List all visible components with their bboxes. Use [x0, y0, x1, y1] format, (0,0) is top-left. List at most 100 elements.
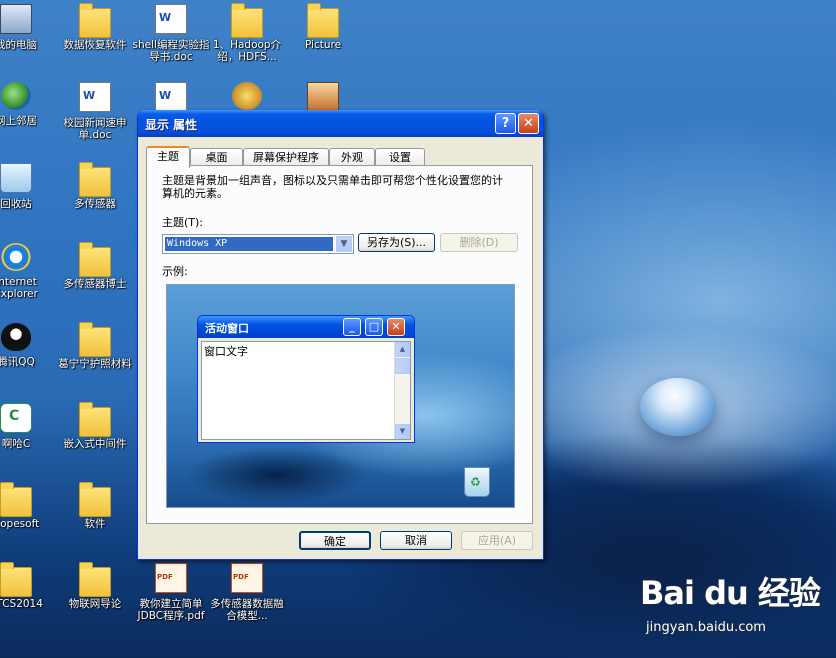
display-properties-dialog: 显示 属性 ? ✕ 主题 桌面 屏幕保护程序 外观 设置 主题是背景加一组声音，…: [137, 110, 544, 560]
ok-button[interactable]: 确定: [299, 531, 371, 550]
preview-titlebar: 活动窗口 _ □ ✕: [198, 316, 414, 338]
desktop-icon-iot-intro[interactable]: 物联网导论: [55, 562, 135, 610]
desktop-icon-hadoop[interactable]: 1、Hadoop介绍，HDFS...: [207, 3, 287, 63]
desktop-icon-picture[interactable]: Picture: [283, 3, 363, 51]
desktop-icon-recycle-bin[interactable]: 回收站: [0, 163, 56, 210]
folder-icon: [0, 482, 32, 517]
network-icon: [1, 82, 31, 110]
ahac-app-icon: [0, 403, 32, 433]
desktop-icon-fusion-pdf[interactable]: 多传感器数据融合模型...: [207, 563, 287, 622]
desktop-icon-label: 网上邻居: [0, 115, 37, 127]
tab-desktop[interactable]: 桌面: [190, 148, 243, 166]
desktop-icon-label: 啊哈C: [1, 438, 31, 450]
recycle-bin-icon: [0, 163, 32, 193]
desktop-icon-label: 多传感器: [74, 198, 116, 210]
scroll-down-icon: ▼: [395, 424, 410, 439]
help-button[interactable]: ?: [495, 113, 516, 134]
water-drop-decoration: [640, 378, 716, 436]
theme-preview: 活动窗口 _ □ ✕ 窗口文字 ▲ ▼: [166, 284, 515, 508]
theme-select[interactable]: Windows XP ▼: [162, 234, 354, 254]
desktop-icon-label: Copesoft: [0, 518, 40, 530]
desktop-icon-label: 回收站: [0, 198, 32, 210]
desktop-icon-label: 多传感器数据融合模型...: [210, 598, 284, 622]
desktop-icon-label: 校园新闻速申单.doc: [63, 117, 127, 141]
folder-icon: [79, 242, 111, 277]
word-document-icon: [155, 82, 187, 112]
dialog-title: 显示 属性: [145, 118, 198, 132]
desktop-icon-label: 软件: [84, 518, 106, 530]
recycle-bin-icon: [464, 467, 490, 497]
baidu-logo: Bai du 经验: [640, 574, 821, 612]
preview-window-title: 活动窗口: [205, 322, 249, 335]
folder-icon: [79, 402, 111, 437]
watermark-url: jingyan.baidu.com: [646, 620, 766, 635]
folder-icon: [307, 3, 339, 38]
desktop-icon-label: CTCS2014: [0, 598, 43, 610]
desktop-icon-label: shell编程实验指导书.doc: [132, 39, 210, 63]
desktop-icon-ie[interactable]: Internet Explorer: [0, 243, 56, 300]
folder-icon: [79, 162, 111, 197]
application-icon: [232, 82, 262, 110]
preview-window-text: 窗口文字: [204, 345, 248, 358]
pdf-icon: [231, 563, 263, 593]
dialog-titlebar[interactable]: 显示 属性 ? ✕: [138, 110, 543, 137]
desktop-icon-label: 物联网导论: [68, 598, 122, 610]
tab-settings[interactable]: 设置: [375, 148, 425, 166]
chevron-down-icon[interactable]: ▼: [336, 236, 352, 252]
qq-penguin-icon: [1, 323, 31, 351]
minimize-icon: _: [343, 318, 361, 336]
desktop-icon-label: 1、Hadoop介绍，HDFS...: [212, 39, 282, 63]
sample-label: 示例:: [162, 265, 188, 278]
desktop-icon-label: 我的电脑: [0, 39, 37, 51]
save-as-button[interactable]: 另存为(S)...: [358, 233, 435, 252]
tab-themes[interactable]: 主题: [146, 146, 190, 168]
desktop-icon-network[interactable]: 网上邻居: [0, 82, 56, 127]
apply-button[interactable]: 应用(A): [461, 531, 533, 550]
themes-panel: 主题是背景加一组声音，图标以及只需单击即可帮您个性化设置您的计算机的元素。 主题…: [146, 165, 533, 524]
desktop-icon-embedded-middleware[interactable]: 嵌入式中间件: [55, 402, 135, 450]
folder-icon: [79, 322, 111, 357]
desktop-icon-qq[interactable]: 腾讯QQ: [0, 323, 56, 368]
themes-description: 主题是背景加一组声音，图标以及只需单击即可帮您个性化设置您的计算机的元素。: [162, 174, 503, 200]
theme-label: 主题(T):: [162, 216, 204, 229]
desktop-icon-my-computer[interactable]: 我的电脑: [0, 4, 56, 51]
preview-window-body: 窗口文字 ▲ ▼: [201, 341, 411, 440]
folder-icon: [79, 562, 111, 597]
desktop-icon-multisensor-phd[interactable]: 多传感器博士: [55, 242, 135, 290]
desktop-icon-copesoft[interactable]: Copesoft: [0, 482, 56, 530]
desktop-icon-passport-materials[interactable]: 葛宁宁护照材料: [55, 322, 135, 370]
desktop-icon-label: 嵌入式中间件: [63, 438, 127, 450]
scroll-up-icon: ▲: [395, 342, 410, 357]
desktop-icon-label: 教你建立简单JDBC程序.pdf: [137, 598, 205, 622]
preview-active-window: 活动窗口 _ □ ✕ 窗口文字 ▲ ▼: [197, 315, 415, 443]
computer-icon: [0, 4, 32, 34]
desktop-icon-ahac[interactable]: 啊哈C: [0, 403, 56, 450]
preview-scrollbar: ▲ ▼: [394, 342, 410, 439]
desktop-icon-label: 葛宁宁护照材料: [58, 358, 132, 370]
desktop-icon-label: 腾讯QQ: [0, 356, 35, 368]
close-icon: ✕: [387, 318, 405, 336]
desktop-icon-campus-news-doc[interactable]: 校园新闻速申单.doc: [55, 82, 135, 141]
close-button[interactable]: ✕: [518, 113, 539, 134]
desktop-icon-ctcs2014[interactable]: CTCS2014: [0, 562, 56, 610]
desktop-icon-jdbc-pdf[interactable]: 教你建立简单JDBC程序.pdf: [131, 563, 211, 622]
desktop-icon-label: Internet Explorer: [0, 276, 38, 300]
desktop-icon-software[interactable]: 软件: [55, 482, 135, 530]
tab-screensaver[interactable]: 屏幕保护程序: [243, 148, 329, 166]
word-document-icon: [155, 4, 187, 34]
desktop-icon-shell-doc[interactable]: shell编程实验指导书.doc: [131, 4, 211, 63]
scroll-thumb: [395, 358, 410, 374]
pdf-icon: [155, 563, 187, 593]
folder-icon: [79, 3, 111, 38]
tab-appearance[interactable]: 外观: [329, 148, 375, 166]
baidu-jingyan-watermark: Bai du 经验 jingyan.baidu.com: [640, 568, 821, 635]
word-document-icon: [79, 82, 111, 112]
theme-selected-value: Windows XP: [165, 237, 333, 251]
folder-icon: [0, 562, 32, 597]
desktop-icon-label: 数据恢复软件: [63, 39, 127, 51]
folder-icon: [79, 482, 111, 517]
desktop-icon-data-recovery[interactable]: 数据恢复软件: [55, 3, 135, 51]
delete-button[interactable]: 删除(D): [440, 233, 518, 252]
desktop-icon-multisensor[interactable]: 多传感器: [55, 162, 135, 210]
cancel-button[interactable]: 取消: [380, 531, 452, 550]
